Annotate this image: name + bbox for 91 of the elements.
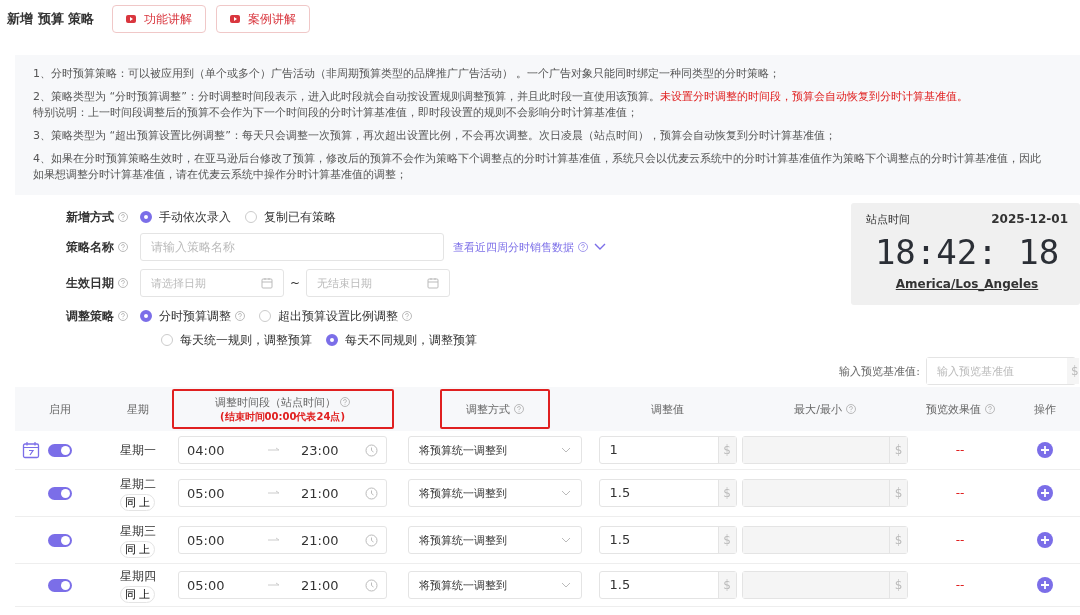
day-name: 星期四 xyxy=(119,567,156,585)
field-label: 调整策略 xyxy=(66,307,114,325)
day-name: 星期二 xyxy=(119,475,156,493)
field-label: 生效日期 xyxy=(66,274,114,292)
time-range-field[interactable]: 04:00 23:00 xyxy=(178,436,387,464)
video-button[interactable]: 功能讲解 xyxy=(112,5,207,33)
calendar-icon xyxy=(261,277,273,289)
enable-toggle[interactable] xyxy=(48,443,72,457)
method-select[interactable]: 将预算统一调整到 xyxy=(408,479,582,507)
clock-icon xyxy=(365,443,378,457)
value-field[interactable]: 1.5 $ xyxy=(598,479,737,507)
note-text: 如果想调整分时计算基准值，请在优麦云系统中操作分时计算基准值的调整； xyxy=(33,167,408,183)
field-label: 新增方式 xyxy=(66,208,114,226)
radio-option[interactable]: 复制已有策略 xyxy=(245,208,336,226)
method-select[interactable]: 将预算统一调整到 xyxy=(408,436,582,464)
help-icon[interactable] xyxy=(118,212,128,222)
column-title: 最大/最小 xyxy=(794,401,842,417)
radio-option[interactable]: 手动依次录入 xyxy=(140,208,231,226)
add-icon[interactable] xyxy=(1037,485,1053,501)
column-title: 操作 xyxy=(1034,401,1056,417)
chevron-down-icon[interactable] xyxy=(594,243,606,251)
add-icon[interactable] xyxy=(1037,577,1053,593)
column-title: 调整方式 xyxy=(466,401,510,417)
video-icon xyxy=(230,15,241,23)
add-icon[interactable] xyxy=(1037,532,1053,548)
value-field[interactable]: 1.5 $ xyxy=(598,571,737,599)
radio-option[interactable]: 每天统一规则，调整预算 xyxy=(161,331,312,349)
chevron-down-icon xyxy=(561,537,571,543)
clock-icon xyxy=(365,578,378,592)
range-separator: ~ xyxy=(290,276,301,290)
time-range-field[interactable]: 05:00 21:00 xyxy=(178,571,387,599)
video-button[interactable]: 案例讲解 xyxy=(216,5,311,33)
method-select[interactable]: 将预算统一调整到 xyxy=(408,571,582,599)
add-icon[interactable] xyxy=(1037,442,1053,458)
preview-value: -- xyxy=(955,533,965,547)
same-as-above-button[interactable]: 同 上 xyxy=(119,493,156,511)
method-select[interactable]: 将预算统一调整到 xyxy=(408,526,582,554)
note-text: 2、策略类型为 “分时预算调整”：分时调整时间段表示，进入此时段就会自动按设置规则调整预算，并且此时段一直使用该预算。未设置分时调整的时间段，预算会自动恢复到分时计算基准值。 xyxy=(33,89,969,105)
clock-time: 18:42: 18 xyxy=(873,231,1061,274)
radio-option[interactable]: 每天不同规则，调整预算 xyxy=(326,331,477,349)
value-field[interactable]: 1 $ xyxy=(598,436,737,464)
help-icon[interactable] xyxy=(578,242,588,252)
column-title: 调整时间段（站点时间） xyxy=(215,394,336,410)
help-icon[interactable] xyxy=(118,278,128,288)
enable-toggle[interactable] xyxy=(48,533,72,547)
sales-data-link[interactable]: 查看近四周分时销售数据 xyxy=(453,239,574,255)
preview-label: 输入预览基准值: xyxy=(839,363,920,379)
same-as-above-button[interactable]: 同 上 xyxy=(119,540,156,558)
clock-date: 2025-12-01 xyxy=(991,212,1068,227)
video-icon xyxy=(126,15,137,23)
day-name: 星期三 xyxy=(119,522,156,540)
help-icon[interactable] xyxy=(845,404,856,414)
help-icon[interactable] xyxy=(118,311,128,321)
column-title: 预览效果值 xyxy=(925,401,981,417)
chevron-down-icon xyxy=(561,490,571,496)
calendar-icon xyxy=(427,277,440,289)
clock-icon xyxy=(365,486,378,500)
column-note: (结束时间00:00代表24点) xyxy=(220,409,345,424)
column-title: 启用 xyxy=(49,401,71,417)
note-text: 3、策略类型为 “超出预算设置比例调整”：每天只会调整一次预算，再次超出设置比例，不会再次调整。次日凌晨（站点时间），预算会自动恢复到分时计算基准值； xyxy=(33,128,837,144)
radio-option[interactable]: 分时预算调整 xyxy=(140,307,245,325)
radio-option[interactable]: 超出预算设置比例调整 xyxy=(259,307,412,325)
preview-value: -- xyxy=(955,578,965,592)
note-text: 特别说明：上一时间段调整后的预算不会作为下一个时间段的分时计算基准值，即时段设置的规则不会影响分时计算基准值； xyxy=(33,105,639,121)
same-as-above-button[interactable]: 同 上 xyxy=(119,585,156,603)
preview-value: -- xyxy=(955,486,965,500)
help-icon[interactable] xyxy=(984,404,995,414)
name-field[interactable]: 请输入策略名称 xyxy=(140,233,444,261)
preview-value: -- xyxy=(955,443,965,457)
note-text: 4、如果在分时预算策略生效时，在亚马逊后台修改了预算，修改后的预算不会作为策略下个调整点的分时计算基准值，系统只会以优麦云系统中的分时计算基准值作为策略下个调整点的分时计算基准值，因此 xyxy=(33,151,1042,167)
help-icon[interactable] xyxy=(402,311,412,321)
field-label: 策略名称 xyxy=(66,238,114,256)
column-title: 调整值 xyxy=(651,401,684,417)
help-icon[interactable] xyxy=(118,242,128,252)
value-field[interactable]: 1.5 $ xyxy=(598,526,737,554)
timezone-link[interactable]: America/Los_Angeles xyxy=(866,277,1068,291)
note-text: 1、分时预算策略：可以被应用到（单个或多个）广告活动（非周期预算类型的品牌推广广告活动） 。一个广告对象只能同时绑定一种同类型的分时策略； xyxy=(33,66,782,82)
help-icon[interactable] xyxy=(514,404,524,414)
day-name: 星期一 xyxy=(119,441,156,459)
enable-toggle[interactable] xyxy=(48,578,72,592)
help-icon[interactable] xyxy=(340,397,350,407)
page-title: 新增 预算 策略 xyxy=(7,10,95,28)
help-icon[interactable] xyxy=(235,311,245,321)
clock-label: 站点时间 xyxy=(866,212,910,227)
clock-icon xyxy=(365,533,378,547)
time-range-field[interactable]: 05:00 21:00 xyxy=(178,526,387,554)
chevron-down-icon xyxy=(561,447,571,453)
column-title: 星期 xyxy=(126,401,149,417)
enable-toggle[interactable] xyxy=(48,486,72,500)
chevron-down-icon xyxy=(561,582,571,588)
time-range-field[interactable]: 05:00 21:00 xyxy=(178,479,387,507)
